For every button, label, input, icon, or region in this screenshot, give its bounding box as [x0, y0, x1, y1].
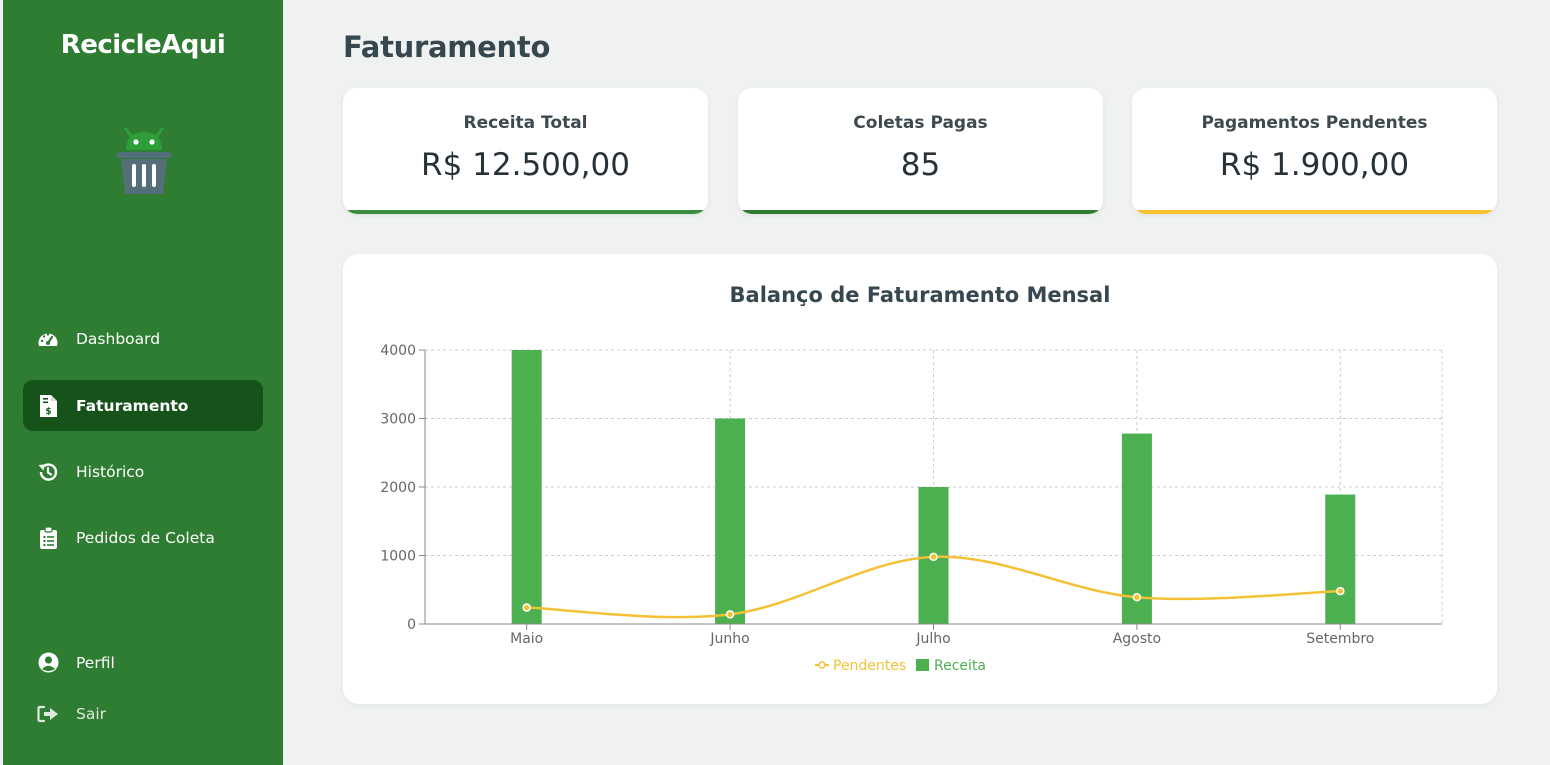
x-tick-label: Setembro: [1306, 631, 1374, 647]
x-tick-label: Maio: [510, 631, 543, 647]
y-tick-label: 3000: [380, 412, 416, 428]
invoice-icon: $: [37, 394, 59, 417]
point-pendentes-maio[interactable]: [522, 603, 531, 612]
point-pendentes-agosto[interactable]: [1132, 593, 1142, 602]
summary-card-receita-total: Receita Total R$ 12.500,00: [343, 88, 708, 214]
y-tick-label: 0: [407, 617, 416, 633]
point-pendentes-junho[interactable]: [725, 610, 735, 619]
card-title: Pagamentos Pendentes: [1201, 113, 1428, 133]
x-tick-label: Agosto: [1113, 631, 1161, 647]
point-pendentes-julho[interactable]: [929, 552, 938, 562]
legend-marker-pendentes: [818, 661, 826, 669]
sidebar-item-label: Histórico: [76, 462, 145, 481]
billing-chart: 0 1000 2000 3000 4000 Maio Junho Julho Agosto Set…: [380, 343, 1443, 674]
bar-maio[interactable]: [511, 350, 542, 624]
y-tick-label: 4000: [380, 343, 416, 359]
legend-swatch-receita: [916, 659, 929, 671]
card-title: Coletas Pagas: [853, 113, 988, 133]
sidebar-item-pedidos-de-coleta[interactable]: Pedidos de Coleta: [23, 512, 263, 563]
sidebar-item-sair[interactable]: Sair: [23, 688, 263, 739]
x-tick-label: Junho: [709, 631, 749, 647]
summary-card-coletas-pagas: Coletas Pagas 85: [738, 88, 1103, 214]
y-tick-label: 1000: [380, 549, 416, 565]
sidebar-item-label: Faturamento: [76, 396, 189, 415]
history-icon: [37, 461, 59, 483]
legend-label-pendentes: Pendentes: [833, 658, 906, 674]
page-title: Faturamento: [343, 30, 551, 64]
chart-card: Balanço de Faturamento Mensal 0 1000 2000 3…: [343, 254, 1497, 704]
clipboard-list-icon: [37, 526, 59, 549]
sidebar-item-historico[interactable]: Histórico: [23, 446, 263, 497]
sidebar-item-label: Perfil: [76, 653, 115, 672]
sign-out-icon: [37, 703, 59, 725]
sidebar-item-perfil[interactable]: Perfil: [23, 637, 263, 688]
bar-junho[interactable]: [715, 418, 746, 625]
y-tick-label: 2000: [380, 480, 416, 496]
bar-setembro[interactable]: [1325, 494, 1356, 624]
sidebar-item-dashboard[interactable]: Dashboard: [23, 313, 263, 364]
sidebar: RecicleAqui Dashboard $ Faturamento Hist…: [3, 0, 283, 765]
sidebar-item-label: Dashboard: [76, 329, 161, 348]
legend-label-receita: Receita: [934, 658, 986, 674]
sidebar-item-faturamento[interactable]: $ Faturamento: [23, 380, 263, 431]
summary-card-pagamentos-pendentes: Pagamentos Pendentes R$ 1.900,00: [1132, 88, 1497, 214]
point-pendentes-setembro[interactable]: [1336, 586, 1345, 596]
card-value: 85: [900, 147, 941, 183]
sidebar-item-label: Pedidos de Coleta: [76, 528, 215, 547]
svg-text:$: $: [45, 407, 51, 417]
sidebar-item-label: Sair: [76, 704, 107, 723]
x-tick-label: Julho: [915, 631, 950, 647]
recycle-bin-robot-icon: [117, 128, 171, 194]
card-accent-bar: [738, 210, 1103, 214]
user-circle-icon: [37, 652, 59, 674]
card-value: R$ 12.500,00: [421, 147, 630, 183]
card-accent-bar: [343, 210, 708, 214]
card-value: R$ 1.900,00: [1219, 147, 1410, 183]
card-accent-bar: [1132, 210, 1497, 214]
brand-logo-text[interactable]: RecicleAqui: [3, 30, 283, 60]
gauge-icon: [37, 328, 59, 350]
card-title: Receita Total: [463, 113, 588, 133]
